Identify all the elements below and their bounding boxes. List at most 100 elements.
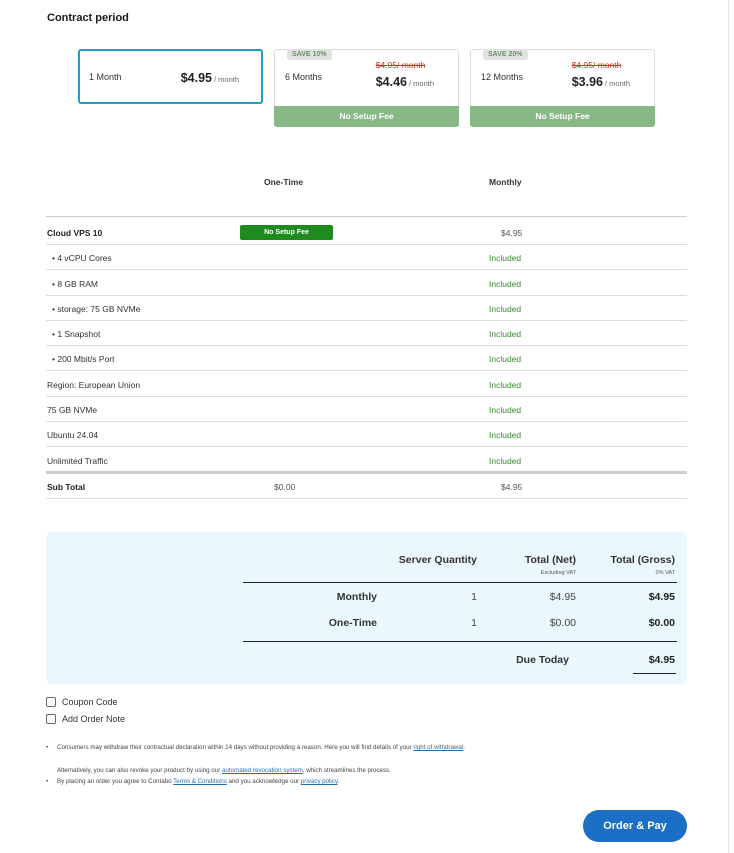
bullet: • (46, 778, 49, 785)
table-row: Ubuntu 24.04 Included (46, 422, 687, 447)
row-name: • 8 GB RAM (52, 279, 98, 289)
summary-one-time-qty: 1 (471, 617, 477, 629)
price-block: $4.95/ month (181, 69, 239, 87)
period-label: 1 Month (89, 72, 122, 82)
row-name: Unlimited Traffic (47, 456, 108, 466)
summary-one-time-gross: $0.00 (648, 617, 675, 629)
row-name: • 1 Snapshot (52, 329, 101, 339)
revocation-text: Alternatively, you can also revoke your … (57, 767, 221, 774)
period-option-1-month[interactable]: 1 Month $4.95/ month (78, 49, 263, 104)
summary-header-divider (243, 582, 677, 583)
period-label: 12 Months (481, 72, 524, 82)
table-row: • 200 Mbit/s Port Included (46, 346, 687, 371)
table-row: • 8 GB RAM Included (46, 271, 687, 296)
table-row: Region: European Union Included (46, 372, 687, 397)
table-row-subtotal: Sub Total $0.00 $4.95 (46, 474, 687, 499)
summary-monthly-net: $4.95 (549, 591, 576, 603)
period-per: / month (604, 79, 630, 88)
table-row: 75 GB NVMe Included (46, 397, 687, 422)
summary-col-gross-sub: 0% VAT (655, 570, 675, 576)
coupon-code-label: Coupon Code (62, 697, 118, 707)
row-name: Region: European Union (47, 380, 141, 390)
old-price: $4.95/ month (375, 60, 426, 70)
row-monthly: Included (489, 329, 522, 339)
row-monthly: Included (489, 253, 522, 263)
right-of-withdrawal-link[interactable]: right of withdrawal (413, 744, 463, 751)
summary-monthly-label: Monthly (336, 591, 377, 603)
summary-total-divider (243, 641, 677, 642)
row-name: • 200 Mbit/s Port (52, 354, 115, 364)
row-name: • storage: 75 GB NVMe (52, 304, 141, 314)
save-badge: SAVE 20% (483, 49, 528, 60)
period-label: 6 Months (285, 72, 323, 82)
subtotal-one-time: $0.00 (274, 482, 296, 492)
coupon-code-option[interactable]: Coupon Code (46, 697, 118, 707)
row-monthly: Included (489, 405, 522, 415)
contract-period-title: Contract period (47, 12, 129, 24)
withdrawal-text: Consumers may withdraw their contractual… (57, 744, 412, 751)
row-name: • 4 vCPU Cores (52, 253, 112, 263)
col-header-one-time: One-Time (264, 177, 304, 187)
order-summary: Server Quantity Total (Net) Excluding VA… (46, 532, 687, 684)
summary-one-time-label: One-Time (328, 617, 377, 629)
row-name: Ubuntu 24.04 (47, 430, 99, 440)
bullet: • (46, 744, 49, 751)
punctuation: . (463, 744, 465, 751)
row-monthly: Included (489, 354, 522, 364)
withdrawal-notice: • Consumers may withdraw their contractu… (46, 744, 465, 751)
period-per: / month (408, 79, 434, 88)
save-badge: SAVE 10% (287, 49, 332, 60)
period-price: $4.46 (375, 75, 407, 89)
period-option-6-months[interactable]: SAVE 10% 6 Months $4.95/ month $4.46/ mo… (274, 49, 459, 127)
product-name: Cloud VPS 10 (47, 228, 103, 238)
due-underline (633, 673, 676, 674)
period-option-12-months[interactable]: SAVE 20% 12 Months $4.95/ month $3.96/ m… (470, 49, 655, 127)
revocation-notice: Alternatively, you can also revoke your … (57, 767, 391, 774)
row-monthly: Included (489, 380, 522, 390)
table-row: • storage: 75 GB NVMe Included (46, 296, 687, 321)
row-monthly: Included (489, 304, 522, 314)
revocation-system-link[interactable]: automated revocation system (222, 767, 303, 774)
period-price: $4.95 (180, 71, 212, 85)
row-monthly: Included (489, 456, 522, 466)
summary-col-net-sub: Excluding VAT (540, 570, 576, 576)
subtotal-monthly: $4.95 (501, 482, 523, 492)
due-today-value: $4.95 (648, 654, 675, 666)
subtotal-label: Sub Total (47, 482, 86, 492)
table-row-product: Cloud VPS 10 No Setup Fee $4.95 (46, 219, 687, 245)
terms-mid-text: and you acknowledge our (228, 778, 300, 785)
order-note-label: Add Order Note (62, 714, 126, 724)
table-top-divider (46, 216, 687, 217)
period-price: $3.96 (571, 75, 603, 89)
old-price: $4.95/ month (571, 60, 622, 70)
table-row: Unlimited Traffic Included (46, 448, 687, 473)
summary-col-net: Total (Net) (524, 554, 576, 566)
row-monthly: Included (489, 279, 522, 289)
table-row: • 4 vCPU Cores Included (46, 245, 687, 270)
terms-conditions-link[interactable]: Terms & Conditions (173, 778, 227, 785)
summary-col-quantity: Server Quantity (398, 554, 477, 566)
due-today-label: Due Today (516, 654, 569, 666)
row-monthly: Included (489, 430, 522, 440)
order-note-checkbox[interactable] (46, 714, 56, 724)
row-name: 75 GB NVMe (47, 405, 98, 415)
privacy-policy-link[interactable]: privacy policy (301, 778, 338, 785)
no-setup-fee-bar: No Setup Fee (274, 106, 459, 127)
summary-monthly-gross: $4.95 (648, 591, 675, 603)
punctuation: . (337, 778, 340, 785)
page-right-border (728, 0, 729, 853)
product-monthly-price: $4.95 (501, 228, 523, 238)
terms-text: By placing an order you agree to Contabo (57, 778, 172, 785)
summary-col-gross: Total (Gross) (610, 554, 675, 566)
order-pay-button[interactable]: Order & Pay (583, 810, 687, 842)
no-setup-fee-bar: No Setup Fee (470, 106, 655, 127)
coupon-code-checkbox[interactable] (46, 697, 56, 707)
period-per: / month (213, 75, 239, 84)
order-note-option[interactable]: Add Order Note (46, 714, 125, 724)
no-setup-fee-badge: No Setup Fee (240, 225, 333, 240)
price-block: $4.95/ month $4.46/ month (376, 60, 434, 91)
price-block: $4.95/ month $3.96/ month (572, 60, 630, 91)
summary-one-time-net: $0.00 (549, 617, 576, 629)
revocation-text-end: , which streamlines the process. (302, 767, 391, 774)
table-row: • 1 Snapshot Included (46, 321, 687, 346)
